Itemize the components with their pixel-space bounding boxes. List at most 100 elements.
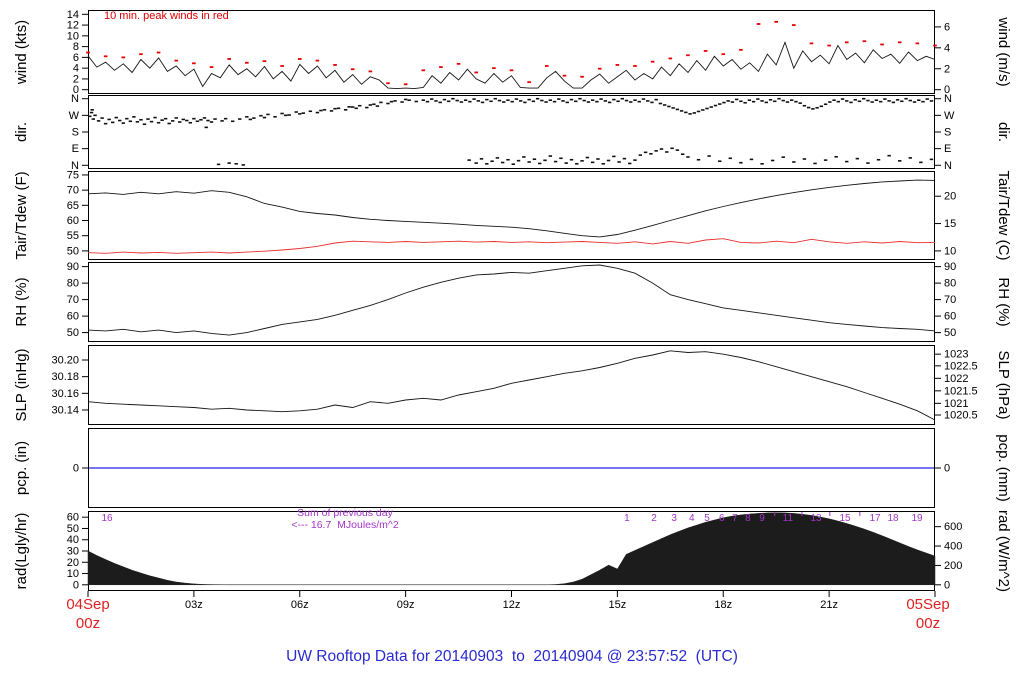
tick-label-right-rh: 70 <box>944 294 956 306</box>
dir-dot <box>195 120 200 123</box>
peak-dot <box>650 60 655 63</box>
dir-dot <box>163 117 168 120</box>
peak-dot <box>262 60 267 63</box>
dir-dot <box>202 117 207 119</box>
rad-hour-label: 2 <box>651 513 657 524</box>
dir-dot <box>358 104 362 107</box>
dir-dot <box>548 155 553 157</box>
tick-label-right-slp: 1021.5 <box>944 385 978 397</box>
tick-label-left-rad: 60 <box>67 512 79 524</box>
dir-dot <box>430 98 434 100</box>
dir-dot <box>650 101 654 104</box>
dir-dot <box>638 154 643 156</box>
axis-title-left-rad: rad(Lgly/hr) <box>13 513 30 590</box>
dir-dot <box>617 161 621 163</box>
dir-dot <box>811 108 815 110</box>
dir-dot <box>192 117 196 120</box>
dir-dot <box>819 105 824 108</box>
panel-frame-dir <box>88 95 935 169</box>
dir-dot <box>455 99 459 102</box>
dir-dot <box>160 119 164 121</box>
rad-hour-label: 17 <box>869 513 881 524</box>
peak-dot <box>580 75 584 78</box>
dir-dot <box>209 121 214 123</box>
dir-dot <box>836 100 841 103</box>
dir-dot <box>596 158 600 160</box>
dir-dot <box>646 100 650 102</box>
dir-dot <box>633 99 637 101</box>
dir-dot <box>580 160 584 162</box>
dir-dot <box>876 158 881 161</box>
dir-dot <box>273 116 277 118</box>
dir-dot <box>485 98 489 101</box>
axis-title-right-rad: rad (W/m^2) <box>995 510 1012 592</box>
dir-dot <box>919 161 923 164</box>
dir-dot <box>468 100 472 103</box>
dir-dot <box>213 118 217 120</box>
tick-label-right-dir: E <box>944 143 951 155</box>
x-axis-end-hour: 00z <box>915 615 941 632</box>
peak-dot <box>739 48 743 51</box>
dir-dot <box>878 100 883 103</box>
dir-dot <box>204 126 208 129</box>
panel-frame-slp <box>88 345 935 425</box>
dir-dot <box>301 112 305 114</box>
dir-dot <box>834 155 838 158</box>
dir-dot <box>622 157 627 160</box>
tick-label-right-rad: 400 <box>944 541 962 553</box>
dir-dot <box>516 159 521 162</box>
dir-dot <box>764 101 769 104</box>
peak-dot <box>227 58 231 60</box>
dir-dot <box>862 97 866 100</box>
dir-dot <box>595 100 599 103</box>
dir-dot <box>620 97 625 100</box>
x-axis-start-date: 04Sep <box>66 596 110 613</box>
peak-dot <box>915 42 920 45</box>
tick-label-right-wind: 2 <box>944 63 950 75</box>
dir-dot <box>601 163 605 165</box>
dir-dot <box>414 100 418 103</box>
dir-dot <box>692 112 697 114</box>
dir-dot <box>506 158 510 161</box>
dir-dot <box>174 117 178 119</box>
dir-dot <box>181 118 185 121</box>
dir-dot <box>794 100 798 103</box>
dir-dot <box>199 118 203 121</box>
dir-dot <box>696 158 701 161</box>
tick-label-right-slp: 1020.5 <box>944 410 978 422</box>
dir-dot <box>629 101 633 103</box>
tick-label-right-temp: 10 <box>944 245 956 257</box>
dir-dot <box>495 157 500 159</box>
dir-dot <box>474 162 478 164</box>
dir-dot <box>845 100 849 102</box>
dir-dot <box>637 100 641 103</box>
peak-dot <box>280 65 284 67</box>
tick-label-left-wind: 8 <box>73 41 79 53</box>
dir-dot <box>280 112 284 115</box>
tick-label-left-temp: 50 <box>67 245 79 257</box>
dir-dot <box>121 122 125 124</box>
dir-dot <box>227 162 231 164</box>
dir-dot <box>238 118 242 120</box>
tick-label-left-slp: 30.14 <box>51 405 79 417</box>
figure-title: UW Rooftop Data for 20140903 to 20140904… <box>286 648 738 665</box>
dir-dot <box>490 160 494 163</box>
peak-dot <box>297 58 302 60</box>
dir-dot <box>372 103 376 106</box>
dir-dot <box>569 158 574 161</box>
axis-title-left-pcp: pcp. (in) <box>13 441 30 495</box>
dir-dot <box>575 163 579 165</box>
dir-dot <box>506 99 510 101</box>
x-axis-tick-label: 12z <box>503 599 521 611</box>
dir-dot <box>259 114 263 117</box>
dir-dot <box>89 111 94 114</box>
dir-dot <box>798 102 802 104</box>
dir-dot <box>696 110 701 113</box>
tick-label-right-dir: W <box>944 110 955 122</box>
dir-dot <box>599 98 603 100</box>
dir-dot <box>616 100 620 103</box>
dir-dot <box>667 105 671 108</box>
rad-hour-label: 5 <box>704 513 710 524</box>
dir-dot <box>107 118 111 121</box>
dir-dot <box>898 160 902 162</box>
